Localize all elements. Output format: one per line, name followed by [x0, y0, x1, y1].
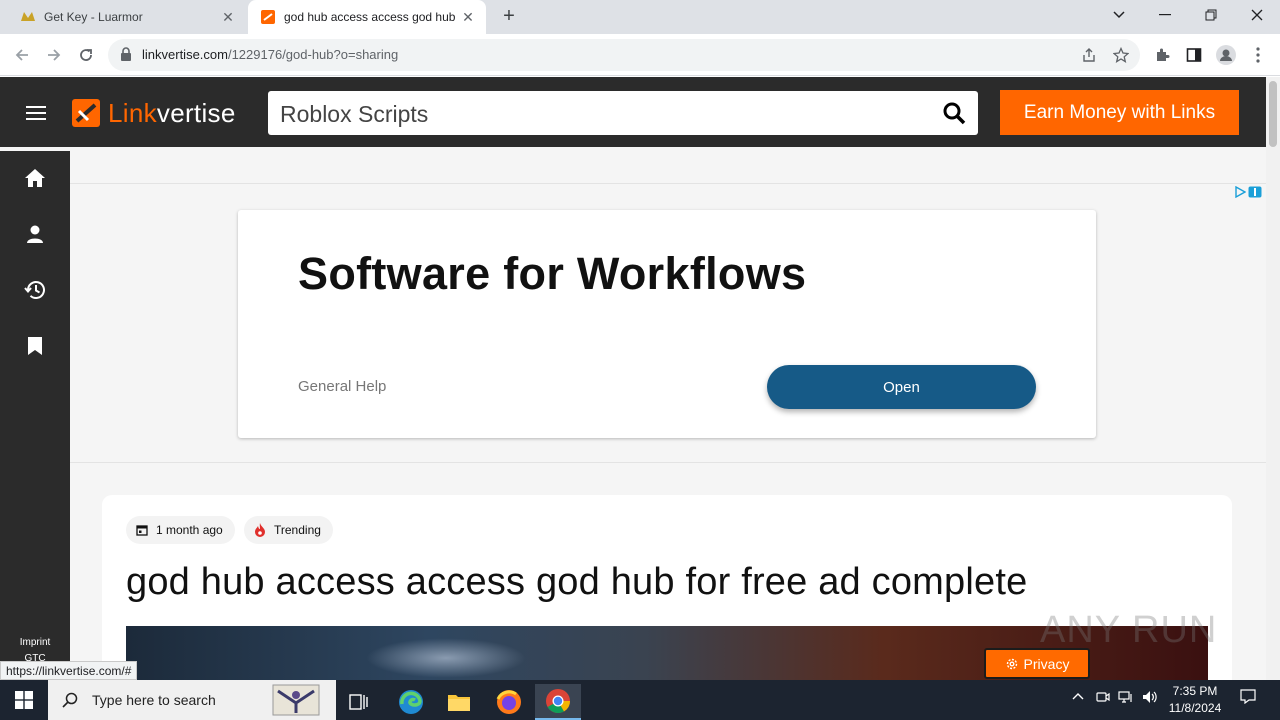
- taskbar-search-input[interactable]: Type here to search: [48, 680, 336, 720]
- close-tab-icon[interactable]: ✕: [456, 9, 480, 26]
- gear-icon: [1005, 657, 1019, 671]
- imprint-link[interactable]: Imprint: [0, 637, 70, 648]
- status-bar-url: https://linkvertise.com/#: [0, 661, 138, 680]
- logo-text: Linkvertise: [108, 97, 236, 128]
- user-icon[interactable]: [23, 222, 47, 246]
- home-icon[interactable]: [23, 166, 47, 190]
- trending-chip[interactable]: Trending: [244, 516, 333, 544]
- side-panel-icon[interactable]: [1184, 45, 1204, 65]
- omnibox[interactable]: linkvertise.com/1229176/god-hub?o=sharin…: [108, 39, 1140, 71]
- earn-money-button[interactable]: Earn Money with Links: [1000, 90, 1239, 135]
- ad-open-button[interactable]: Open: [767, 365, 1036, 409]
- linkvertise-logo-icon: [72, 99, 100, 127]
- privacy-button[interactable]: Privacy: [984, 648, 1090, 679]
- privacy-label: Privacy: [1023, 655, 1070, 672]
- url-text[interactable]: linkvertise.com/1229176/god-hub?o=sharin…: [142, 47, 398, 62]
- ad-headline: Software for Workflows: [298, 248, 807, 299]
- network-icon[interactable]: [1118, 690, 1134, 707]
- restore-icon[interactable]: [1188, 0, 1234, 30]
- search-value: Roblox Scripts: [280, 101, 429, 127]
- taskbar-search-placeholder: Type here to search: [92, 692, 216, 708]
- tab-title: god hub access access god hub: [284, 10, 456, 24]
- anyrun-watermark: ANY RUN: [1040, 609, 1218, 651]
- bookmark-star-icon[interactable]: [1112, 46, 1130, 64]
- history-icon[interactable]: [23, 278, 47, 302]
- search-icon[interactable]: [942, 101, 966, 130]
- calendar-icon: [136, 524, 148, 536]
- site-search-input[interactable]: Roblox Scripts: [268, 91, 978, 135]
- task-view-icon[interactable]: [336, 684, 382, 720]
- new-tab-button[interactable]: +: [498, 6, 520, 28]
- adchoices-icon[interactable]: [1234, 186, 1262, 198]
- sidebar: Imprint GTC: [0, 151, 70, 680]
- firefox-icon[interactable]: [486, 684, 532, 720]
- flame-icon: [254, 523, 266, 537]
- url-path: /1229176/god-hub?o=sharing: [227, 47, 399, 62]
- clock-date: 11/8/2024: [1168, 701, 1222, 715]
- notifications-icon[interactable]: [1240, 688, 1256, 707]
- url-host: linkvertise.com: [142, 47, 228, 62]
- clock-time: 7:35 PM: [1172, 684, 1218, 698]
- windows-taskbar: Type here to search 7:35 PM 11/8/2024: [0, 680, 1280, 720]
- tab-strip: Get Key - Luarmor ✕ god hub access acces…: [0, 0, 1280, 34]
- extensions-icon[interactable]: [1152, 45, 1172, 65]
- volume-icon[interactable]: [1142, 690, 1158, 707]
- search-icon: [62, 692, 78, 708]
- windows-start-icon[interactable]: [0, 680, 48, 720]
- reload-icon[interactable]: [73, 42, 99, 68]
- ad-card[interactable]: Software for Workflows General Help Open: [238, 210, 1096, 438]
- ad-advertiser: General Help: [298, 378, 387, 395]
- web-page: Linkvertise Roblox Scripts Earn Money wi…: [0, 77, 1266, 680]
- tab-god-hub[interactable]: god hub access access god hub ✕: [248, 0, 486, 34]
- tab-get-key[interactable]: Get Key - Luarmor ✕: [8, 0, 246, 34]
- scrollbar-thumb[interactable]: [1269, 81, 1277, 147]
- hamburger-menu-icon[interactable]: [26, 106, 46, 120]
- search-highlight-image-icon: [272, 683, 320, 717]
- ad-container: Software for Workflows General Help Open: [70, 183, 1266, 463]
- forward-arrow-icon[interactable]: [41, 42, 67, 68]
- bookmark-icon[interactable]: [23, 334, 47, 358]
- share-icon[interactable]: [1080, 46, 1098, 64]
- minimize-icon[interactable]: [1142, 0, 1188, 30]
- file-explorer-icon[interactable]: [436, 684, 482, 720]
- edge-icon[interactable]: [388, 684, 434, 720]
- site-header: Linkvertise Roblox Scripts Earn Money wi…: [0, 77, 1266, 147]
- meet-now-icon[interactable]: [1096, 690, 1110, 707]
- tray-chevron-up-icon[interactable]: [1072, 690, 1084, 704]
- date-chip: 1 month ago: [126, 516, 235, 544]
- trending-text: Trending: [274, 523, 321, 537]
- page-scrollbar[interactable]: [1266, 77, 1280, 680]
- chrome-icon[interactable]: [535, 684, 581, 720]
- lock-icon[interactable]: [120, 47, 132, 66]
- tab-title: Get Key - Luarmor: [44, 10, 143, 24]
- menu-kebab-icon[interactable]: [1248, 45, 1268, 65]
- luarmor-favicon-icon: [20, 9, 36, 25]
- tab-search-chevron-icon[interactable]: [1096, 0, 1142, 30]
- post-title: god hub access access god hub for free a…: [126, 561, 1028, 603]
- back-arrow-icon[interactable]: [9, 42, 35, 68]
- address-toolbar: linkvertise.com/1229176/god-hub?o=sharin…: [0, 34, 1280, 76]
- taskbar-clock[interactable]: 7:35 PM 11/8/2024: [1160, 683, 1230, 717]
- profile-avatar-icon[interactable]: [1216, 45, 1236, 65]
- date-text: 1 month ago: [156, 523, 223, 537]
- linkvertise-logo[interactable]: Linkvertise: [70, 97, 236, 129]
- close-window-icon[interactable]: [1234, 0, 1280, 30]
- linkvertise-favicon-icon: [260, 9, 276, 25]
- close-tab-icon[interactable]: ✕: [216, 9, 240, 26]
